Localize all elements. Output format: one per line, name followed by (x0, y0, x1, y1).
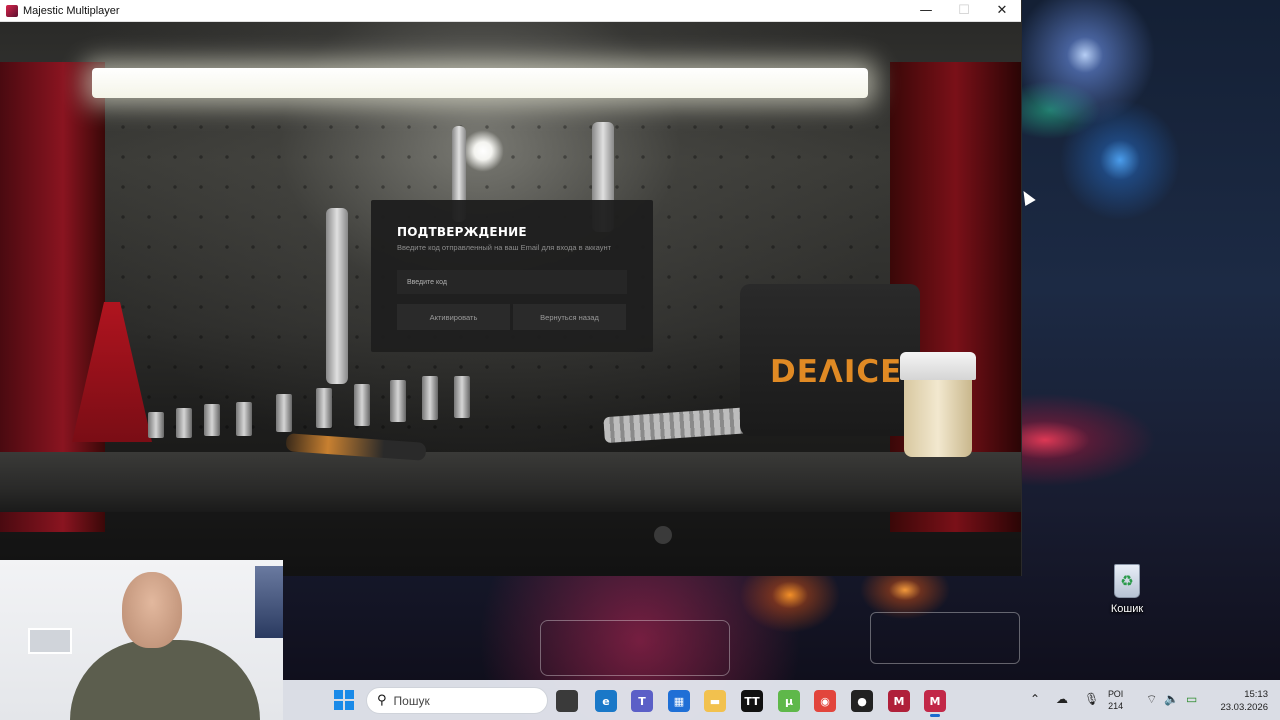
socket (390, 380, 406, 422)
active-app-indicator (930, 714, 940, 717)
loading-indicator (654, 526, 672, 544)
start-button[interactable] (334, 690, 354, 710)
app-window: Majestic Multiplayer — ☐ ✕ DEΛICE ПОДТВЕ… (0, 0, 1022, 576)
wallpaper-outline (870, 612, 1020, 664)
windows-logo-pane (334, 690, 343, 699)
window-title: Majestic Multiplayer (23, 4, 120, 17)
socket (148, 412, 164, 438)
dialog-actions: Активировать Вернуться назад (397, 304, 627, 330)
obs-icon[interactable]: ● (851, 690, 873, 712)
game-app-icon[interactable]: M (888, 690, 910, 712)
webcam-person-head (122, 572, 182, 648)
code-input[interactable] (397, 270, 627, 294)
close-button[interactable]: ✕ (983, 0, 1021, 22)
webcam-poster (255, 566, 283, 638)
onedrive-icon[interactable]: ☁ (1056, 692, 1068, 706)
minimize-button[interactable]: — (907, 0, 945, 22)
coffee-cup-lid (900, 352, 976, 380)
recycle-bin-icon: ♻ (1114, 564, 1140, 598)
socket (422, 376, 438, 420)
majestic-icon[interactable]: M (924, 690, 946, 712)
workbench (0, 452, 1021, 512)
dialog-subtitle: Введите код отправленный на ваш Email дл… (397, 243, 612, 252)
socket (176, 408, 192, 438)
recycle-bin[interactable]: ♻ Кошик (1104, 564, 1150, 615)
clock-date: 23.03.2026 (1220, 702, 1268, 713)
language-bottom: 214 (1108, 701, 1124, 711)
windows-logo-pane (345, 701, 354, 710)
system-clock[interactable]: 15:13 23.03.2026 (1212, 688, 1268, 714)
utorrent-icon[interactable]: µ (778, 690, 800, 712)
socket (316, 388, 332, 428)
socket (276, 394, 292, 432)
chrome-icon[interactable]: ◉ (814, 690, 836, 712)
teams-icon[interactable]: T (631, 690, 653, 712)
maximize-button[interactable]: ☐ (945, 0, 983, 22)
file-manager-icon[interactable] (556, 690, 578, 712)
dialog-title: ПОДТВЕРЖДЕНИЕ (397, 225, 527, 239)
search-placeholder: Пошук (393, 693, 430, 708)
socket (354, 384, 370, 426)
back-button[interactable]: Вернуться назад (513, 304, 626, 330)
language-top: РОІ (1108, 689, 1124, 699)
windows-logo-pane (334, 701, 343, 710)
activate-button[interactable]: Активировать (397, 304, 510, 330)
tiktok-icon[interactable]: TT (741, 690, 763, 712)
webcam-wall-picture (28, 628, 72, 654)
recycle-bin-label: Кошик (1110, 603, 1144, 615)
socket (204, 404, 220, 436)
windows-logo-pane (345, 690, 354, 699)
app-logo-icon (6, 4, 18, 17)
search-icon: ⚲ (377, 693, 387, 708)
spot-light (462, 130, 504, 172)
store-icon[interactable]: ▦ (668, 690, 690, 712)
chevron-up-icon[interactable]: ⌃ (1030, 692, 1040, 706)
clock-time: 15:13 (1244, 689, 1268, 700)
window-titlebar[interactable]: Majestic Multiplayer — ☐ ✕ (0, 0, 1021, 22)
microphone-icon[interactable]: 🎙 (1084, 692, 1099, 706)
battery-icon[interactable]: ▭ (1186, 692, 1197, 706)
socket (236, 402, 252, 436)
wifi-icon[interactable]: ⌔ (1146, 692, 1157, 707)
case-logo: DEΛICE (770, 354, 903, 390)
edge-icon[interactable]: e (595, 690, 617, 712)
explorer-icon[interactable]: ▬ (704, 690, 726, 712)
wallpaper-outline (540, 620, 730, 676)
ceiling-lamp (92, 68, 868, 98)
language-indicator[interactable]: РОІ 214 (1108, 688, 1123, 712)
socket (454, 376, 470, 418)
volume-icon[interactable]: 🔈 (1164, 692, 1179, 706)
confirmation-dialog: ПОДТВЕРЖДЕНИЕ Введите код отправленный н… (371, 200, 653, 352)
hanging-wrench (326, 208, 348, 384)
taskbar-search[interactable]: ⚲ Пошук (366, 687, 548, 714)
